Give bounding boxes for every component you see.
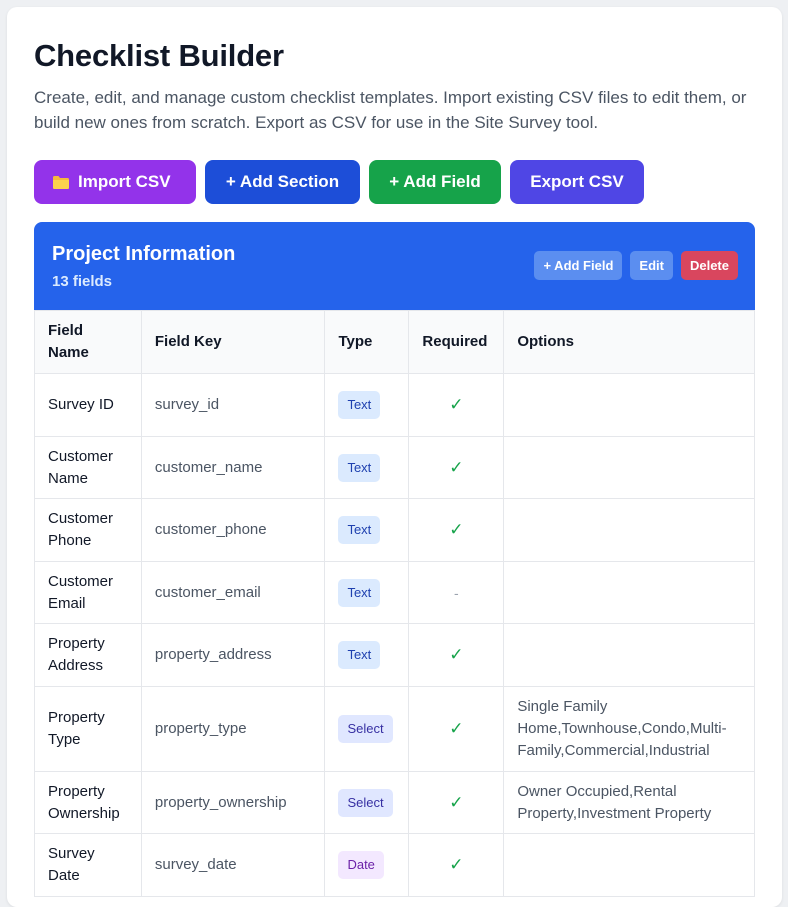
table-row[interactable]: Property Address property_address Text ✓ <box>34 623 755 687</box>
field-name: Property Address <box>34 623 142 687</box>
section-project-information: Project Information 13 fields + Add Fiel… <box>34 222 755 897</box>
field-options <box>503 833 755 897</box>
table-row[interactable]: Survey Date survey_date Date ✓ <box>34 833 755 897</box>
field-key: survey_date <box>140 833 326 897</box>
field-key: customer_name <box>140 436 326 499</box>
header-type: Type <box>324 310 410 374</box>
required-check-icon: ✓ <box>408 833 505 897</box>
page-description: Create, edit, and manage custom checklis… <box>34 88 747 132</box>
section-field-count: 13 fields <box>52 273 113 290</box>
required-check-icon: ✓ <box>408 623 505 687</box>
builder-card: Checklist Builder Create, edit, and mana… <box>7 7 782 907</box>
header-options: Options <box>503 310 755 374</box>
field-options <box>503 498 755 562</box>
type-badge: Select <box>338 788 393 817</box>
table-row[interactable]: Customer Email customer_email Text - <box>34 561 755 624</box>
type-badge: Text <box>338 578 381 607</box>
import-csv-label: Import CSV <box>78 172 171 191</box>
type-badge: Text <box>338 516 381 544</box>
type-badge: Date <box>338 851 384 879</box>
required-check-icon: ✓ <box>408 373 505 437</box>
export-csv-button[interactable]: Export CSV <box>510 160 644 204</box>
required-check-icon: ✓ <box>408 686 505 772</box>
import-csv-button[interactable]: Import CSV <box>34 160 196 204</box>
header-required: Required <box>408 310 505 374</box>
table-row[interactable]: Property Ownership property_ownership Se… <box>34 771 755 834</box>
required-check-icon: ✓ <box>408 436 505 499</box>
section-header: Project Information 13 fields + Add Fiel… <box>34 222 755 310</box>
type-badge: Text <box>338 391 381 419</box>
field-key: property_address <box>140 623 326 687</box>
field-name: Property Type <box>34 686 142 772</box>
field-name: Survey Date <box>34 833 142 897</box>
not-required-dash: - <box>408 561 505 624</box>
field-options <box>503 373 755 437</box>
table-header-row: Field Name Field Key Type Required Optio… <box>34 310 755 374</box>
type-badge: Select <box>338 715 393 743</box>
toolbar: Import CSV + Add Section + Add Field Exp… <box>34 160 644 204</box>
fields-table: Field Name Field Key Type Required Optio… <box>34 310 755 897</box>
field-options <box>503 623 755 687</box>
type-badge: Text <box>338 641 381 669</box>
field-key: property_ownership <box>140 771 326 834</box>
section-add-field-button[interactable]: + Add Field <box>534 251 623 280</box>
page-title: Checklist Builder <box>34 38 284 73</box>
table-row[interactable]: Customer Name customer_name Text ✓ <box>34 436 755 499</box>
header-field-key: Field Key <box>140 310 326 374</box>
add-section-button[interactable]: + Add Section <box>205 160 360 204</box>
required-check-icon: ✓ <box>408 498 505 562</box>
field-name: Customer Phone <box>34 498 142 562</box>
field-name: Property Ownership <box>34 771 142 834</box>
section-delete-button[interactable]: Delete <box>680 251 738 280</box>
folder-icon <box>52 175 70 189</box>
section-actions: + Add Field Edit Delete <box>534 251 738 280</box>
field-key: customer_phone <box>140 498 326 562</box>
header-field-name: Field Name <box>34 310 142 374</box>
add-field-button[interactable]: + Add Field <box>369 160 501 204</box>
field-name: Survey ID <box>34 373 142 437</box>
type-badge: Text <box>338 453 381 482</box>
field-options <box>503 561 755 624</box>
required-check-icon: ✓ <box>408 771 505 834</box>
field-options: Single Family Home,Townhouse,Condo,Multi… <box>503 686 755 772</box>
section-edit-button[interactable]: Edit <box>630 251 673 280</box>
table-row[interactable]: Customer Phone customer_phone Text ✓ <box>34 498 755 562</box>
field-name: Customer Email <box>34 561 142 624</box>
section-title: Project Information <box>52 243 236 265</box>
field-name: Customer Name <box>34 436 142 499</box>
table-row[interactable]: Survey ID survey_id Text ✓ <box>34 373 755 437</box>
field-key: property_type <box>140 686 326 772</box>
table-row[interactable]: Property Type property_type Select ✓ Sin… <box>34 686 755 772</box>
field-key: survey_id <box>140 373 326 437</box>
field-key: customer_email <box>140 561 326 624</box>
field-options: Owner Occupied,Rental Property,Investmen… <box>503 771 755 834</box>
field-options <box>503 436 755 499</box>
